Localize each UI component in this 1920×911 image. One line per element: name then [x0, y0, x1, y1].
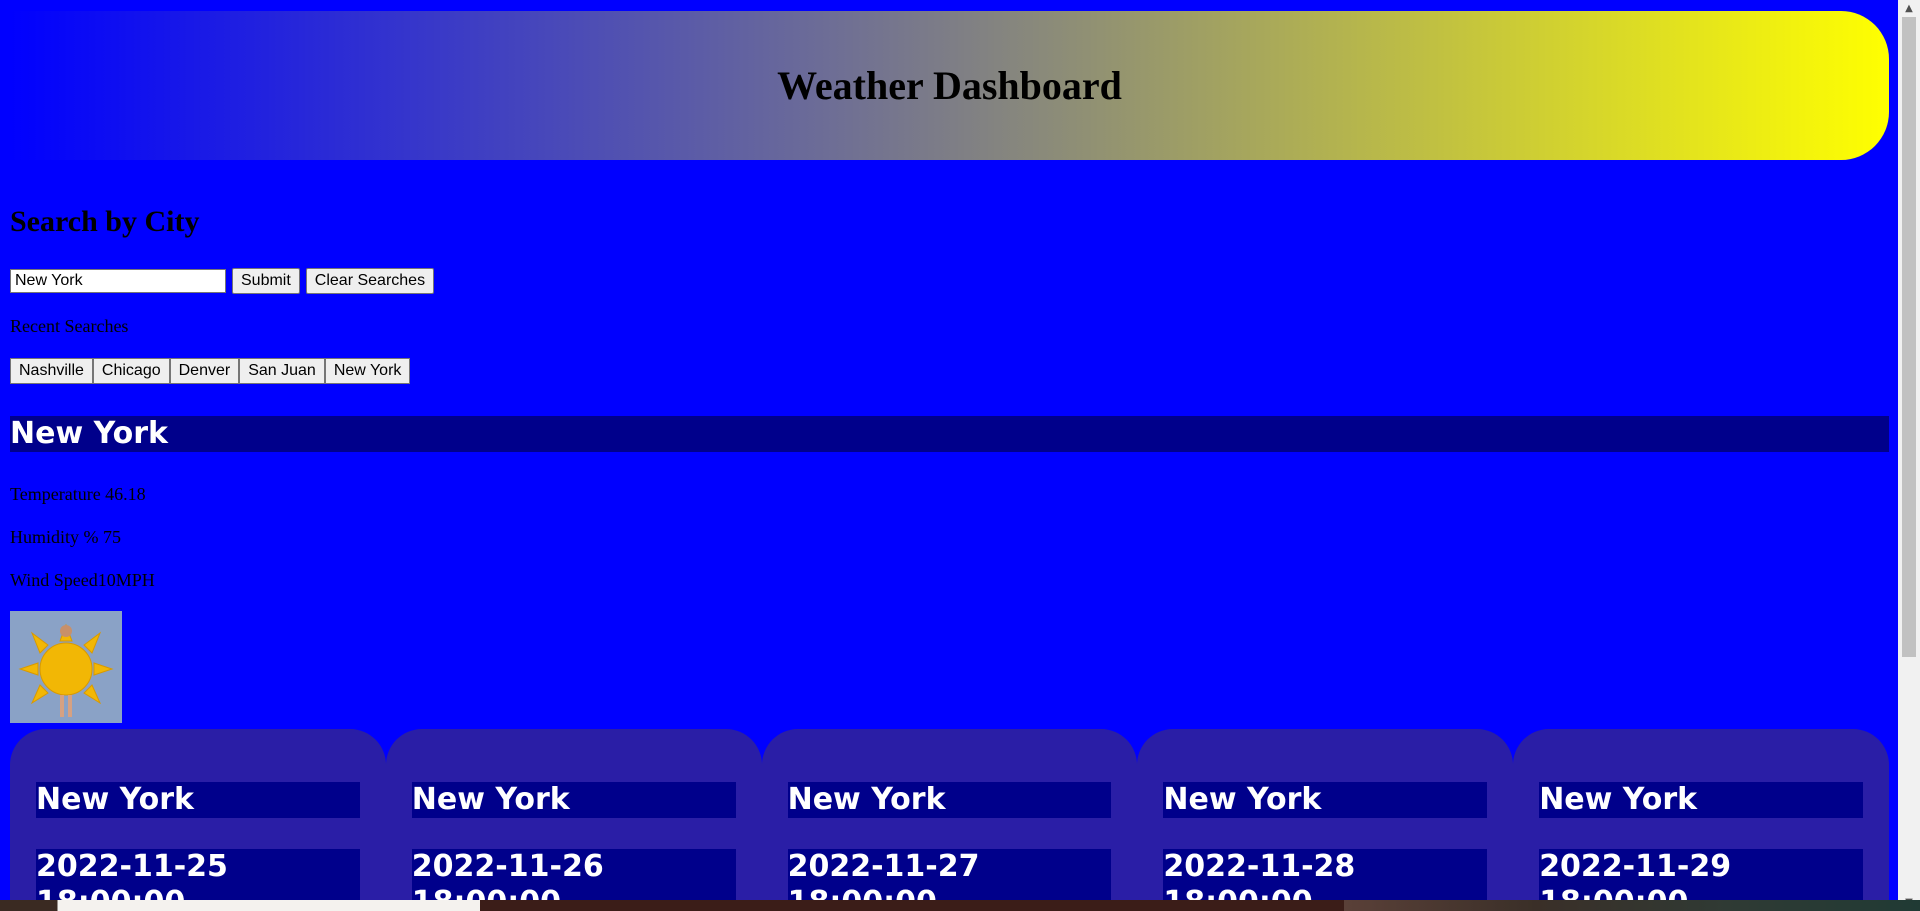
forecast-city: New York: [1539, 782, 1863, 818]
vertical-scrollbar[interactable]: ▲ ▼: [1898, 0, 1920, 911]
forecast-city: New York: [36, 782, 360, 818]
recent-search-button[interactable]: Denver: [169, 358, 240, 384]
forecast-date: 2022-11-27 18:00:00: [787, 849, 1112, 900]
forecast-date: 2022-11-29 18:00:00: [1539, 849, 1863, 900]
forecast-card: New York 2022-11-27 18:00:00: [761, 729, 1138, 900]
current-city-bar: New York: [10, 416, 1889, 452]
forecast-city: New York: [411, 782, 736, 818]
scroll-up-arrow-icon[interactable]: ▲: [1898, 0, 1920, 17]
recent-searches-list: Nashville Chicago Denver San Juan New Yo…: [10, 358, 411, 384]
recent-search-button[interactable]: Chicago: [92, 358, 170, 384]
forecast-cards: New York 2022-11-25 18:00:00 New York 20…: [10, 729, 1889, 900]
current-city-name: New York: [10, 416, 168, 451]
page-viewport: Weather Dashboard Search by City Submit …: [0, 0, 1898, 900]
sun-icon: [10, 611, 122, 723]
forecast-city: New York: [1163, 782, 1488, 818]
temperature-text: Temperature 46.18: [10, 484, 146, 504]
clear-searches-button[interactable]: Clear Searches: [305, 268, 435, 294]
forecast-card: New York 2022-11-29 18:00:00: [1513, 729, 1889, 900]
recent-search-button[interactable]: Nashville: [10, 358, 93, 384]
header-banner: Weather Dashboard: [10, 11, 1889, 160]
sun-costume-image: [10, 611, 122, 723]
humidity-text: Humidity % 75: [10, 527, 121, 547]
recent-search-button[interactable]: San Juan: [239, 358, 325, 384]
recent-search-button[interactable]: New York: [324, 358, 411, 384]
city-search-input[interactable]: [10, 269, 226, 293]
forecast-card: New York 2022-11-26 18:00:00: [385, 729, 762, 900]
forecast-city: New York: [787, 782, 1112, 818]
os-taskbar-strip: [0, 900, 1920, 911]
search-heading: Search by City: [10, 205, 200, 238]
recent-searches-label: Recent Searches: [10, 316, 129, 336]
forecast-date: 2022-11-25 18:00:00: [36, 849, 360, 900]
wind-speed-text: Wind Speed10MPH: [10, 570, 155, 590]
scrollbar-thumb[interactable]: [1902, 17, 1916, 657]
search-form: Submit Clear Searches: [10, 268, 435, 294]
forecast-card: New York 2022-11-25 18:00:00: [10, 729, 386, 900]
forecast-date: 2022-11-28 18:00:00: [1163, 849, 1488, 900]
page-title: Weather Dashboard: [777, 63, 1122, 108]
forecast-card: New York 2022-11-28 18:00:00: [1137, 729, 1514, 900]
submit-button[interactable]: Submit: [232, 268, 300, 294]
forecast-date: 2022-11-26 18:00:00: [411, 849, 736, 900]
